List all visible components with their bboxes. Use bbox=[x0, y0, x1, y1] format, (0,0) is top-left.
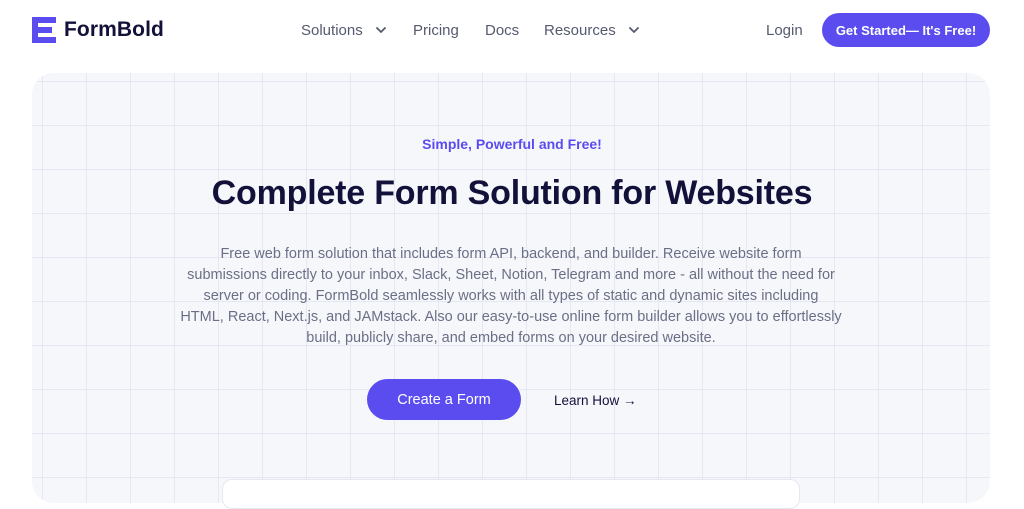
get-started-button[interactable]: Get Started— It's Free! bbox=[822, 13, 990, 47]
top-navbar: FormBold Solutions Pricing Docs Resource… bbox=[0, 0, 1024, 62]
nav-item-label: Resources bbox=[544, 21, 616, 39]
learn-how-link[interactable]: Learn How → bbox=[554, 389, 637, 411]
form-preview-card bbox=[222, 479, 800, 509]
nav-item-docs[interactable]: Docs bbox=[485, 19, 519, 41]
chevron-down-icon bbox=[628, 27, 639, 33]
brand-logo[interactable]: FormBold bbox=[32, 16, 164, 44]
nav-item-resources[interactable]: Resources bbox=[544, 19, 640, 41]
create-form-button[interactable]: Create a Form bbox=[367, 379, 521, 420]
nav-item-label: Solutions bbox=[301, 21, 363, 39]
brand-name: FormBold bbox=[64, 18, 164, 41]
nav-item-pricing[interactable]: Pricing bbox=[413, 19, 459, 41]
hero-headline: Complete Form Solution for Websites bbox=[211, 174, 813, 212]
nav-item-label: Docs bbox=[485, 21, 520, 39]
nav-item-label: Pricing bbox=[413, 21, 459, 39]
formbold-logo-icon bbox=[32, 17, 56, 43]
chevron-down-icon bbox=[375, 27, 386, 33]
hero-description: Free web form solution that includes for… bbox=[180, 246, 842, 346]
nav-item-solutions[interactable]: Solutions bbox=[301, 19, 387, 41]
hero-tagline: Simple, Powerful and Free! bbox=[422, 136, 602, 152]
login-link[interactable]: Login bbox=[766, 19, 803, 41]
